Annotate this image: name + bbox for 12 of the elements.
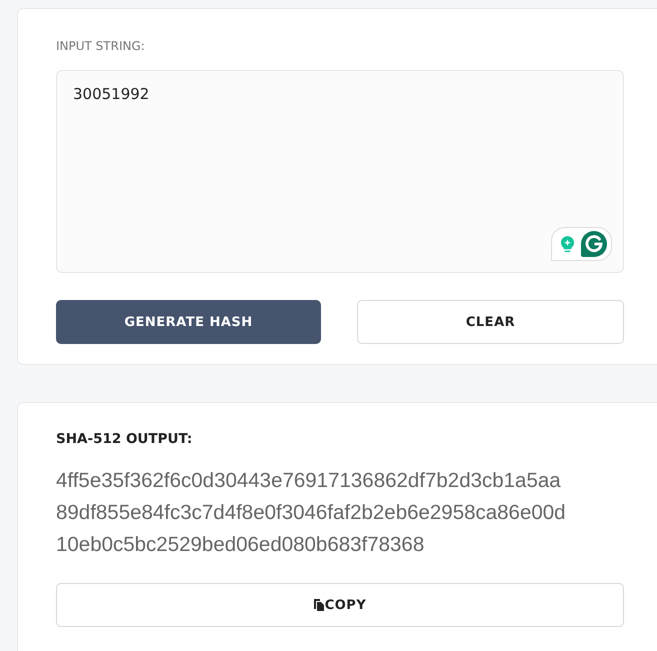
input-field[interactable]: 30051992	[56, 70, 624, 273]
assistant-badge[interactable]	[551, 227, 612, 261]
hash-line: 4ff5e35f362f6c0d30443e76917136862df7b2d3cb1a5aa	[56, 468, 562, 494]
g-logo-icon[interactable]	[581, 231, 607, 257]
generate-button[interactable]: GENERATE HASH	[56, 300, 321, 344]
copy-icon	[314, 599, 324, 611]
hash-line: 10eb0c5bc2529bed06ed080b683f78368	[56, 532, 426, 558]
output-label: SHA-512 OUTPUT:	[56, 431, 194, 447]
clear-button[interactable]: CLEAR	[357, 300, 624, 344]
input-label: INPUT STRING:	[56, 39, 146, 53]
hash-line: 89df855e84fc3c7d4f8e0f3046faf2b2eb6e2958ca86e00d	[56, 500, 567, 526]
copy-button[interactable]: COPY	[56, 583, 624, 627]
